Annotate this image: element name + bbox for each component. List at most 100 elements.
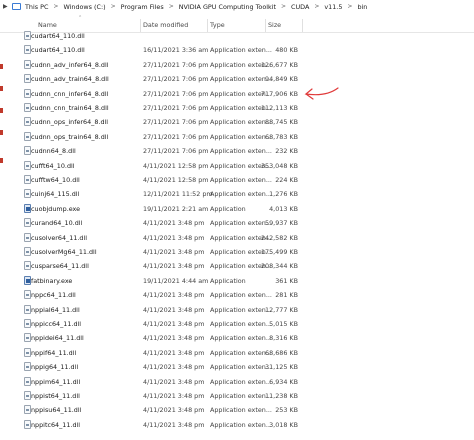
file-date-modified: 27/11/2021 7:06 pm	[143, 118, 209, 127]
file-row[interactable]: nppif64_11.dll 4/11/2021 3:48 pm Applicati…	[0, 346, 310, 360]
file-name: cufft64_10.dll	[31, 161, 75, 170]
file-size: 1,276 KB	[269, 190, 298, 199]
file-row[interactable]: cusolver64_11.dll 4/11/2021 3:48 pm Applic…	[0, 231, 310, 245]
file-row[interactable]: nppig64_11.dll 4/11/2021 3:48 pm Applicati…	[0, 360, 310, 374]
file-size: 253 KB	[275, 406, 298, 415]
dll-file-icon	[24, 391, 31, 400]
file-row[interactable]: fatbinary.exe 19/11/2021 4:44 am Applicati…	[0, 274, 310, 288]
dll-file-icon	[24, 218, 31, 228]
file-row[interactable]: cudnn_ops_train64_8.dll 27/11/2021 7:06 p…	[0, 130, 310, 144]
dll-file-icon	[24, 131, 31, 141]
file-date-modified: 4/11/2021 3:48 pm	[143, 348, 205, 357]
column-date-modified[interactable]: Date modified	[143, 21, 188, 29]
file-row[interactable]: nppist64_11.dll 4/11/2021 3:48 pm Applicat…	[0, 389, 310, 403]
file-name: cufftw64_10.dll	[31, 176, 80, 184]
file-row[interactable]: cudnn_adv_infer64_8.dll 27/11/2021 7:06 p…	[0, 58, 310, 72]
file-row[interactable]: cudnn_adv_train64_8.dll 27/11/2021 7:06 p…	[0, 72, 310, 86]
file-date-modified: 4/11/2021 3:48 pm	[143, 320, 205, 328]
dll-file-icon	[24, 247, 31, 256]
file-date-modified: 4/11/2021 3:48 pm	[143, 248, 205, 256]
file-row[interactable]: nppial64_11.dll 4/11/2021 3:48 pm Applicat…	[0, 303, 310, 317]
file-row[interactable]: cudart64_110.dll 16/11/2021 3:36 am Applic…	[0, 43, 310, 57]
file-row[interactable]: cufftw64_10.dll 4/11/2021 12:58 pm Applica…	[0, 173, 310, 187]
breadcrumb-v11-5[interactable]: v11.5	[324, 3, 342, 11]
exe-file-icon	[24, 275, 31, 285]
file-date-modified: 4/11/2021 12:58 pm	[143, 176, 209, 184]
breadcrumb-program-files[interactable]: Program Files	[121, 3, 164, 11]
file-name: nppc64_11.dll	[31, 291, 76, 300]
file-row[interactable]: cuinj64_115.dll 12/11/2021 11:52 pm Applic…	[0, 187, 310, 201]
dll-file-icon	[24, 261, 31, 271]
file-date-modified: 4/11/2021 3:48 pm	[143, 262, 205, 271]
file-row[interactable]: cusparse64_11.dll 4/11/2021 3:48 pm Applic…	[0, 259, 310, 273]
breadcrumb-separator-icon[interactable]: >	[347, 3, 352, 10]
file-name: nppisu64_11.dll	[31, 406, 82, 415]
file-name: cusolver64_11.dll	[31, 233, 88, 242]
file-row[interactable]: cudnn_cnn_train64_8.dll 27/11/2021 7:06 p…	[0, 101, 310, 115]
file-name: cudart64_110.dll	[31, 32, 85, 40]
file-row[interactable]: nppidei64_11.dll 4/11/2021 3:48 pm Applica…	[0, 331, 310, 345]
file-name: cusolverMg64_11.dll	[31, 248, 97, 256]
file-row[interactable]: cusolverMg64_11.dll 4/11/2021 3:48 pm Appl…	[0, 245, 310, 259]
dll-file-icon	[24, 160, 31, 170]
breadcrumb-separator-icon[interactable]: >	[314, 3, 319, 10]
file-size: 4,013 KB	[269, 204, 298, 213]
file-row[interactable]: cufft64_10.dll 4/11/2021 12:58 pm Applicat…	[0, 159, 310, 173]
file-name: nppicc64_11.dll	[31, 320, 82, 328]
file-row[interactable]: curand64_10.dll 4/11/2021 3:48 pm Applicat…	[0, 216, 310, 230]
file-row[interactable]: nppicc64_11.dll 4/11/2021 3:48 pm Applicat…	[0, 317, 310, 331]
column-type[interactable]: Type	[210, 21, 225, 29]
breadcrumb-bin[interactable]: bin	[357, 3, 367, 11]
breadcrumb-this-pc[interactable]: This PC	[25, 3, 48, 11]
breadcrumb-separator-icon[interactable]: >	[281, 3, 286, 10]
file-name: cuinj64_115.dll	[31, 190, 80, 199]
file-row[interactable]: cuobjdump.exe 19/11/2021 2:21 am Applicati…	[0, 202, 310, 216]
file-date-modified: 27/11/2021 7:06 pm	[143, 75, 209, 84]
file-row[interactable]: cudnn_ops_infer64_8.dll 27/11/2021 7:06 p…	[0, 115, 310, 129]
column-name[interactable]: Name	[38, 21, 57, 29]
breadcrumb-separator-icon[interactable]: >	[53, 3, 58, 10]
dll-file-icon	[24, 189, 31, 199]
breadcrumb-separator-icon[interactable]: >	[111, 3, 116, 10]
file-date-modified: 27/11/2021 7:06 pm	[143, 147, 209, 156]
file-name: nppitc64_11.dll	[31, 420, 81, 429]
file-name: nppig64_11.dll	[31, 363, 79, 372]
file-row[interactable]: nppc64_11.dll 4/11/2021 3:48 pm Applicatio…	[0, 288, 310, 302]
file-row[interactable]: cudnn64_8.dll 27/11/2021 7:06 pm Applicati…	[0, 144, 310, 158]
dll-file-icon	[24, 362, 31, 372]
file-date-modified: 4/11/2021 12:58 pm	[143, 161, 209, 170]
file-size: 208,344 KB	[260, 262, 298, 271]
column-size[interactable]: Size	[268, 21, 281, 29]
file-name: nppidei64_11.dll	[31, 334, 84, 343]
breadcrumb-cuda[interactable]: CUDA	[291, 3, 309, 11]
file-size: 353,048 KB	[260, 161, 298, 170]
file-row[interactable]: nppim64_11.dll 4/11/2021 3:48 pm Applicati…	[0, 375, 310, 389]
file-row[interactable]: nppitc64_11.dll 4/11/2021 3:48 pm Applicat…	[0, 418, 310, 432]
file-name: cudnn_cnn_train64_8.dll	[31, 104, 109, 112]
dll-file-icon	[24, 117, 31, 127]
file-name: fatbinary.exe	[31, 276, 73, 285]
file-row[interactable]: cudnn_cnn_infer64_8.dll 27/11/2021 7:06 p…	[0, 87, 310, 101]
dll-file-icon	[24, 290, 31, 300]
address-bar[interactable]: ▶ This PC > Windows (C:) > Program Files…	[0, 0, 474, 13]
file-size: 6,934 KB	[269, 377, 298, 386]
file-size: 12,777 KB	[265, 305, 298, 314]
dll-file-icon	[24, 419, 31, 429]
breadcrumb-windows-c[interactable]: Windows (C:)	[63, 3, 105, 11]
file-size: 31,125 KB	[265, 363, 298, 372]
file-date-modified: 27/11/2021 7:06 pm	[143, 132, 209, 141]
dll-file-icon	[24, 45, 31, 55]
breadcrumb-nvidia-toolkit[interactable]: NVIDIA GPU Computing Toolkit	[179, 3, 276, 11]
file-date-modified: 4/11/2021 3:48 pm	[143, 291, 205, 300]
file-name: cudnn_ops_infer64_8.dll	[31, 118, 109, 127]
file-name: cudnn_adv_train64_8.dll	[31, 75, 109, 84]
file-date-modified: 16/11/2021 3:36 am	[143, 46, 209, 55]
file-size: 88,745 KB	[265, 118, 298, 127]
file-date-modified: 4/11/2021 3:48 pm	[143, 377, 205, 386]
breadcrumb-separator-icon[interactable]: >	[169, 3, 174, 10]
file-date-modified: 19/11/2021 2:21 am	[143, 204, 209, 213]
file-size: 8,316 KB	[269, 334, 298, 343]
file-row[interactable]: nppisu64_11.dll 4/11/2021 3:48 pm Applicat…	[0, 403, 310, 417]
file-size: 68,783 KB	[265, 132, 298, 141]
file-row[interactable]: cudart64_110.dll	[0, 29, 310, 43]
